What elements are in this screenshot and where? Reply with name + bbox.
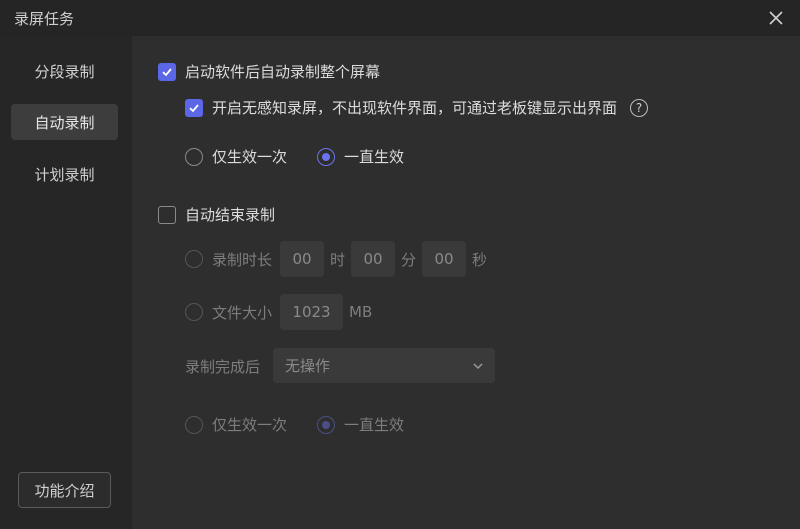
duration-radio[interactable] xyxy=(185,250,203,268)
auto-start-checkbox[interactable] xyxy=(158,62,176,81)
close-icon xyxy=(769,11,783,25)
hours-unit: 时 xyxy=(330,250,346,269)
scope-once-radio[interactable] xyxy=(185,147,203,166)
stop-scope-always-radio[interactable] xyxy=(317,415,335,434)
title-bar: 录屏任务 xyxy=(0,0,800,36)
scope-always-radio[interactable] xyxy=(317,147,335,166)
minutes-unit: 分 xyxy=(401,250,417,269)
auto-stop-scope-once[interactable]: 仅生效一次 xyxy=(185,414,287,435)
silent-record-row[interactable]: 开启无感知录屏，不出现软件界面，可通过老板键显示出界面 ? xyxy=(185,97,649,118)
sidebar: 分段录制 自动录制 计划录制 功能介绍 xyxy=(0,36,132,529)
auto-start-row[interactable]: 启动软件后自动录制整个屏幕 xyxy=(158,61,380,82)
window-title: 录屏任务 xyxy=(14,10,75,28)
seconds-unit: 秒 xyxy=(472,250,488,269)
after-record-value: 无操作 xyxy=(285,357,331,375)
feature-intro-button[interactable]: 功能介绍 xyxy=(18,472,111,508)
silent-record-checkbox[interactable] xyxy=(185,98,203,117)
auto-stop-row[interactable]: 自动结束录制 xyxy=(158,204,275,225)
scope-once-label: 仅生效一次 xyxy=(212,148,288,166)
filesize-unit: MB xyxy=(349,303,373,321)
hours-input[interactable]: 00 xyxy=(280,241,325,277)
sidebar-item-segment-record[interactable]: 分段录制 xyxy=(11,53,118,89)
check-icon xyxy=(162,67,172,76)
auto-start-label: 启动软件后自动录制整个屏幕 xyxy=(185,63,381,81)
sidebar-item-schedule-record[interactable]: 计划录制 xyxy=(11,156,118,192)
auto-stop-checkbox[interactable] xyxy=(158,205,176,224)
sidebar-item-label: 自动录制 xyxy=(34,113,95,132)
scope-always-label: 一直生效 xyxy=(344,148,405,166)
after-record-row: 录制完成后 xyxy=(185,356,260,377)
filesize-row: 文件大小 1023 MB xyxy=(185,294,378,330)
sidebar-item-label: 计划录制 xyxy=(34,165,95,184)
filesize-radio[interactable] xyxy=(185,303,203,321)
stop-scope-once-label: 仅生效一次 xyxy=(212,416,288,434)
auto-start-scope-once[interactable]: 仅生效一次 xyxy=(185,146,287,167)
close-button[interactable] xyxy=(762,4,790,32)
auto-stop-scope-always[interactable]: 一直生效 xyxy=(317,414,404,435)
help-icon[interactable]: ? xyxy=(630,98,649,117)
auto-start-scope-always[interactable]: 一直生效 xyxy=(317,146,404,167)
stop-scope-always-label: 一直生效 xyxy=(344,416,405,434)
stop-scope-once-radio[interactable] xyxy=(185,415,203,434)
after-record-select[interactable]: 无操作 xyxy=(273,348,495,383)
filesize-label: 文件大小 xyxy=(212,303,273,322)
sidebar-item-auto-record[interactable]: 自动录制 xyxy=(11,104,118,140)
filesize-input[interactable]: 1023 xyxy=(280,294,344,330)
duration-label: 录制时长 xyxy=(212,250,273,269)
sidebar-item-label: 分段录制 xyxy=(34,62,95,81)
duration-row: 录制时长 00 时 00 分 00 秒 xyxy=(185,241,493,277)
chevron-down-icon xyxy=(473,363,483,370)
seconds-input[interactable]: 00 xyxy=(422,241,467,277)
after-record-label: 录制完成后 xyxy=(185,358,261,376)
silent-record-label: 开启无感知录屏，不出现软件界面，可通过老板键显示出界面 xyxy=(212,99,618,117)
minutes-input[interactable]: 00 xyxy=(351,241,396,277)
auto-stop-label: 自动结束录制 xyxy=(185,206,276,224)
main-panel: 启动软件后自动录制整个屏幕 开启无感知录屏，不出现软件界面，可通过老板键显示出界… xyxy=(132,36,800,529)
check-icon xyxy=(189,103,199,112)
